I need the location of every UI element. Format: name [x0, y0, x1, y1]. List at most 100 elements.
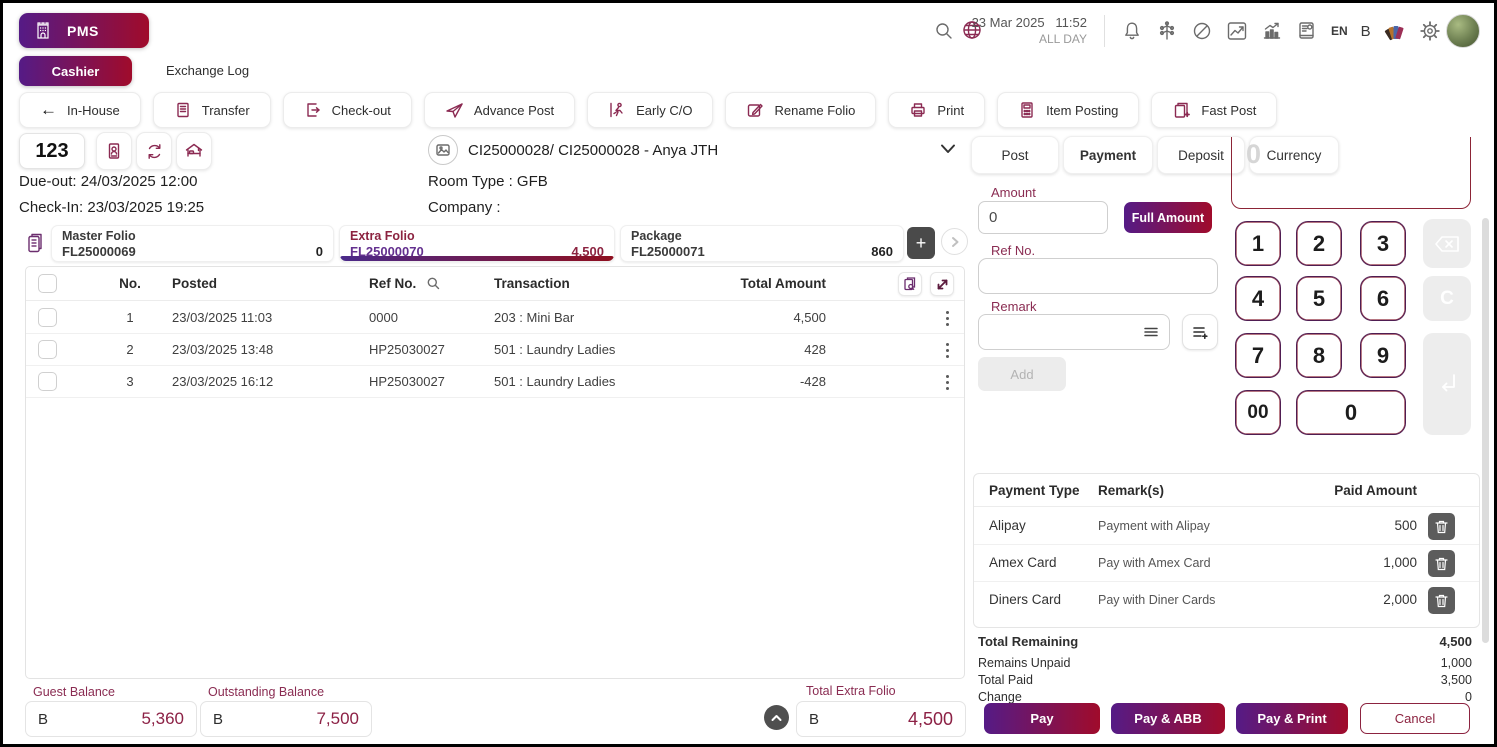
item-posting-button[interactable]: Item Posting [997, 92, 1139, 128]
language-selector[interactable]: EN [1331, 24, 1348, 38]
panel-scrollbar[interactable] [1482, 218, 1489, 643]
folio-tab-package[interactable]: Package FL25000071 860 [620, 225, 904, 262]
tree-structure-icon[interactable] [1156, 20, 1178, 42]
numpad-key-5[interactable]: 5 [1296, 276, 1342, 321]
row-2-menu-icon[interactable] [940, 341, 954, 359]
numpad-key-2[interactable]: 2 [1296, 221, 1342, 266]
pay-print-button[interactable]: Pay & Print [1236, 703, 1348, 734]
select-all-checkbox[interactable] [38, 274, 57, 293]
folio-scroll-right-button[interactable] [941, 228, 968, 255]
payment-1-delete-button[interactable] [1428, 513, 1455, 540]
payment-3-remark: Pay with Diner Cards [1098, 593, 1215, 607]
payment-row-amex[interactable]: Amex Card Pay with Amex Card 1,000 [974, 545, 1479, 582]
user-avatar[interactable] [1446, 14, 1480, 48]
outstanding-balance-currency: B [213, 711, 223, 728]
tab-post[interactable]: Post [971, 136, 1059, 174]
total-remaining-label: Total Remaining [978, 634, 1078, 649]
tab-cashier-label: Cashier [52, 64, 100, 79]
pay-button[interactable]: Pay [984, 703, 1100, 734]
settings-gear-icon[interactable] [1419, 20, 1441, 42]
pms-logo[interactable]: PMS [19, 13, 149, 48]
early-co-button[interactable]: Early C/O [587, 92, 713, 128]
full-amount-button[interactable]: Full Amount [1124, 202, 1212, 233]
check-out-button[interactable]: Check-out [283, 92, 412, 128]
in-house-label: In-House [67, 103, 120, 118]
row-1-menu-icon[interactable] [940, 309, 954, 327]
bar-chart-icon[interactable] [1261, 20, 1283, 42]
amount-input[interactable] [978, 201, 1108, 234]
rename-folio-button[interactable]: Rename Folio [725, 92, 876, 128]
numpad-enter-button[interactable] [1423, 333, 1471, 435]
tab-payment[interactable]: Payment [1063, 136, 1153, 174]
row-3-checkbox[interactable] [38, 372, 57, 391]
tab-cashier[interactable]: Cashier [19, 56, 132, 86]
payment-row-diners[interactable]: Diners Card Pay with Diner Cards 2,000 [974, 582, 1479, 619]
notifications-bell-icon[interactable] [1121, 20, 1143, 42]
numpad-key-0[interactable]: 0 [1296, 390, 1406, 435]
in-house-button[interactable]: ← In-House [19, 92, 141, 128]
guest-photo-icon[interactable] [428, 135, 458, 165]
row-3-transaction: 501 : Laundry Ladies [494, 366, 615, 398]
transaction-row-1[interactable]: 1 23/03/2025 11:03 0000 203 : Mini Bar 4… [26, 302, 964, 334]
ref-no-input[interactable] [978, 258, 1218, 294]
cancel-button[interactable]: Cancel [1360, 703, 1470, 734]
row-1-total: 4,500 [666, 302, 826, 334]
advance-post-button[interactable]: Advance Post [424, 92, 575, 128]
numpad-key-1[interactable]: 1 [1235, 221, 1281, 266]
numpad-key-3[interactable]: 3 [1360, 221, 1406, 266]
payment-3-delete-button[interactable] [1428, 587, 1455, 614]
numpad-key-4[interactable]: 4 [1235, 276, 1281, 321]
paper-plane-icon [445, 101, 464, 120]
expand-table-button[interactable] [930, 272, 954, 296]
block-icon[interactable] [1191, 20, 1213, 42]
transfer-button[interactable]: Transfer [153, 92, 271, 128]
folio-tab-master[interactable]: Master Folio FL25000069 0 [51, 225, 334, 262]
payment-1-remark: Payment with Alipay [1098, 519, 1210, 533]
payment-2-remark: Pay with Amex Card [1098, 556, 1211, 570]
room-number[interactable]: 123 [19, 133, 85, 169]
numpad-key-00[interactable]: 00 [1235, 390, 1281, 435]
ref-search-icon[interactable] [426, 276, 441, 291]
add-folio-button[interactable]: + [907, 227, 935, 259]
tab-exchange-log[interactable]: Exchange Log [166, 63, 249, 78]
pay-abb-button[interactable]: Pay & ABB [1111, 703, 1225, 734]
transaction-row-3[interactable]: 3 23/03/2025 16:12 HP25030027 501 : Laun… [26, 366, 964, 398]
add-button[interactable]: Add [978, 357, 1066, 391]
print-button[interactable]: Print [888, 92, 985, 128]
search-icon[interactable] [933, 20, 955, 42]
guest-expand-chevron-icon[interactable] [939, 142, 957, 156]
line-chart-icon[interactable] [1226, 20, 1248, 42]
theme-palette-icon[interactable] [1384, 20, 1406, 42]
b-menu[interactable]: B [1361, 23, 1371, 40]
transaction-row-2[interactable]: 2 23/03/2025 13:48 HP25030027 501 : Laun… [26, 334, 964, 366]
collapse-panel-button[interactable] [764, 705, 789, 730]
row-3-menu-icon[interactable] [940, 373, 954, 391]
numpad-clear-button[interactable]: C [1423, 276, 1471, 321]
numpad-key-8[interactable]: 8 [1296, 333, 1342, 378]
room-sync-button[interactable] [136, 132, 172, 170]
payment-1-amount: 500 [1394, 518, 1417, 533]
row-3-total: -428 [666, 366, 826, 398]
remark-menu-icon[interactable] [1143, 325, 1159, 339]
add-remark-list-button[interactable] [1182, 314, 1218, 350]
row-1-checkbox[interactable] [38, 308, 57, 327]
numpad-key-7[interactable]: 7 [1235, 333, 1281, 378]
numpad-key-6[interactable]: 6 [1360, 276, 1406, 321]
registration-card-button[interactable] [96, 132, 132, 170]
outstanding-balance-label: Outstanding Balance [208, 685, 324, 699]
fast-post-button[interactable]: Fast Post [1151, 92, 1277, 128]
row-2-checkbox[interactable] [38, 340, 57, 359]
remark-input[interactable] [978, 314, 1170, 350]
row-1-no: 1 [110, 302, 150, 334]
payment-2-delete-button[interactable] [1428, 550, 1455, 577]
numpad-backspace-button[interactable] [1423, 219, 1471, 268]
payment-row-alipay[interactable]: Alipay Payment with Alipay 500 [974, 508, 1479, 545]
remark-label: Remark [991, 299, 1037, 314]
chevron-right-icon [950, 236, 960, 248]
numpad-key-9[interactable]: 9 [1360, 333, 1406, 378]
folio-tab-extra[interactable]: Extra Folio FL25000070 4,500 [339, 225, 615, 262]
folio-pages-icon[interactable] [21, 227, 49, 260]
report-book-icon[interactable] [1296, 20, 1318, 42]
room-bed-button[interactable] [176, 132, 212, 170]
copy-search-button[interactable] [898, 272, 922, 296]
